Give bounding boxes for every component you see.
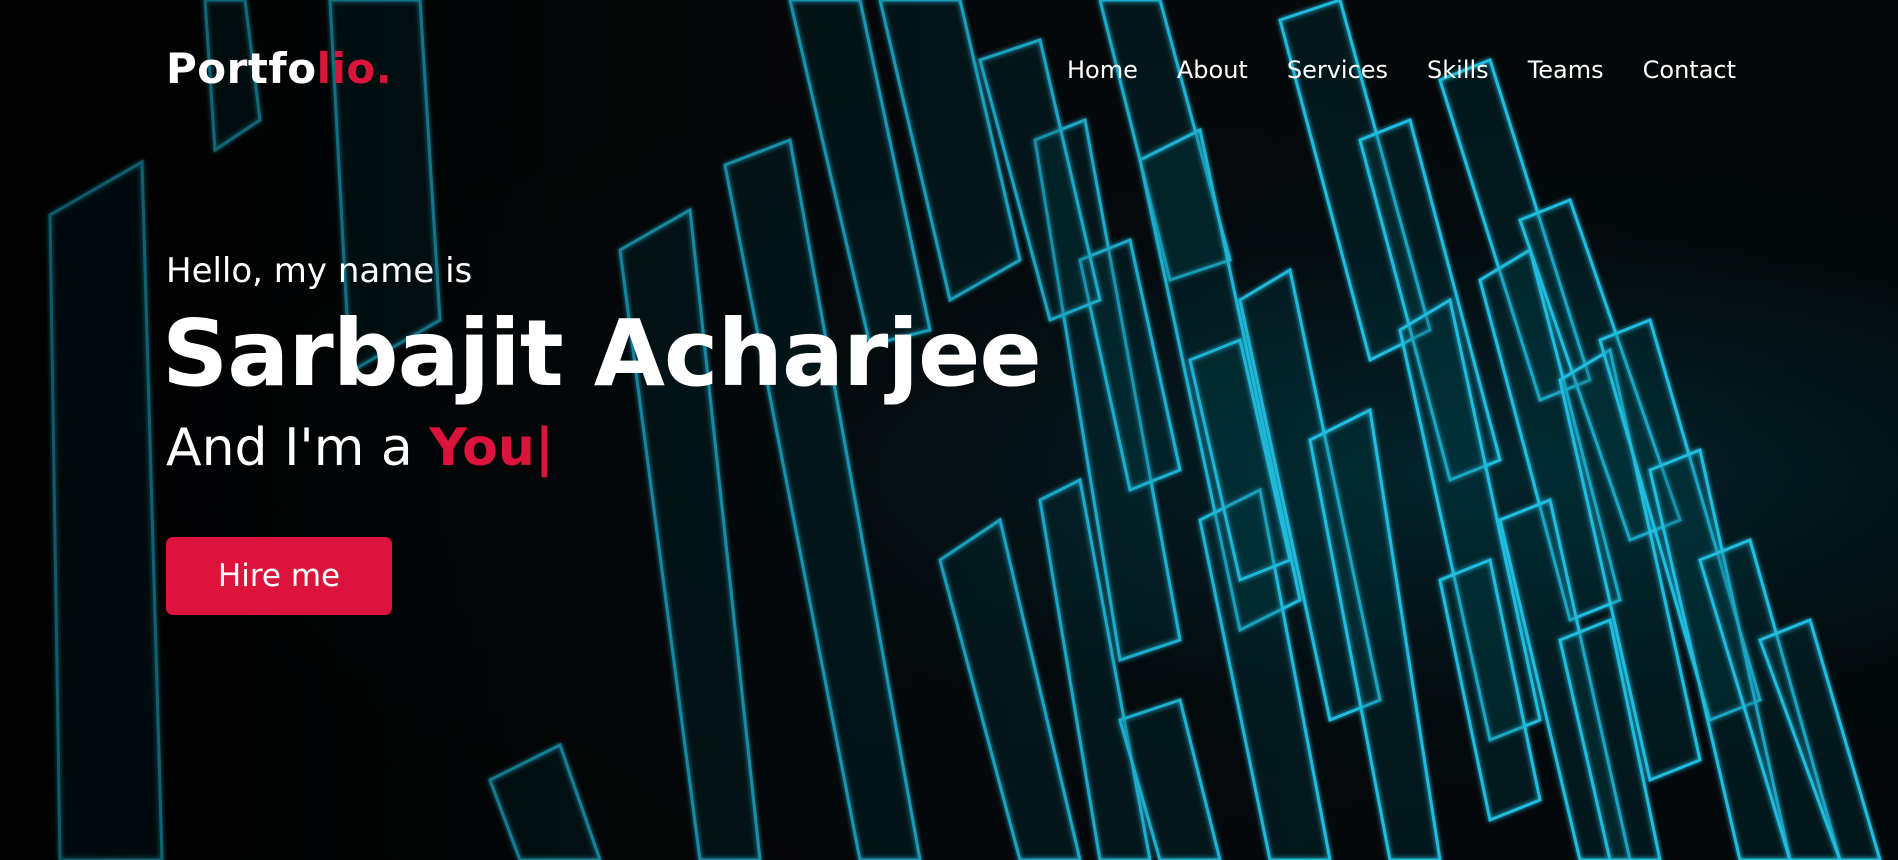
hire-me-button[interactable]: Hire me <box>166 537 392 615</box>
nav-item-teams: Teams <box>1489 58 1604 82</box>
hero-name: Sarbajit Acharjee <box>162 300 1042 407</box>
logo[interactable]: Portfolio. <box>166 48 392 90</box>
navbar: Portfolio. Home About Services Skills Te… <box>166 44 1736 104</box>
nav-item-home: Home <box>1028 58 1138 82</box>
page: Portfolio. Home About Services Skills Te… <box>0 0 1898 860</box>
nav-link-skills[interactable]: Skills <box>1427 58 1489 82</box>
nav-menu: Home About Services Skills Teams Contact <box>1028 58 1736 82</box>
nav-item-contact: Contact <box>1604 58 1736 82</box>
logo-main: Portfo <box>166 44 317 93</box>
nav-link-about[interactable]: About <box>1177 58 1248 82</box>
nav-link-teams[interactable]: Teams <box>1528 58 1604 82</box>
nav-item-skills: Skills <box>1388 58 1489 82</box>
logo-accent: lio. <box>316 44 393 93</box>
nav-item-about: About <box>1138 58 1248 82</box>
hero-greeting: Hello, my name is <box>166 251 473 291</box>
hero-role-prefix: And I'm a <box>166 418 430 478</box>
nav-item-services: Services <box>1248 58 1388 82</box>
hero-role: And I'm a You| <box>166 422 1066 474</box>
nav-link-contact[interactable]: Contact <box>1643 58 1736 82</box>
hero-section: Hello, my name is Sarbajit Acharjee And … <box>162 251 1066 615</box>
nav-link-home[interactable]: Home <box>1067 58 1138 82</box>
hero-role-typed: You <box>429 418 535 478</box>
nav-link-services[interactable]: Services <box>1287 58 1388 82</box>
typing-cursor: | <box>534 418 554 478</box>
